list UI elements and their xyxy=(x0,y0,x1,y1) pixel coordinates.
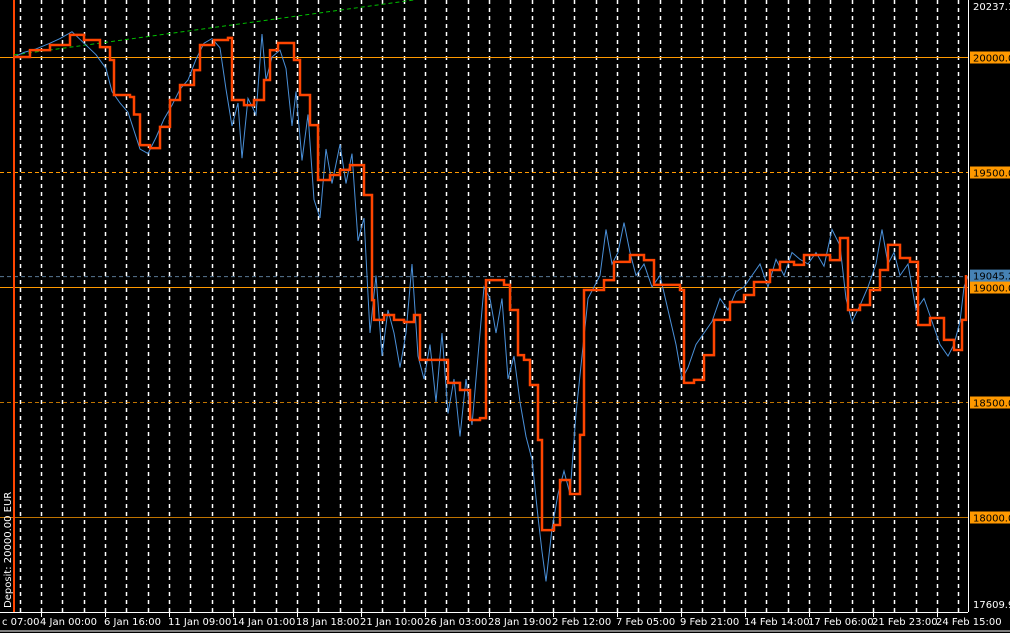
current-value-label: 19045.2 xyxy=(973,272,1010,283)
level-label: 18000.00 xyxy=(973,514,1010,525)
min-value-label: 17609.99 xyxy=(973,600,1010,611)
time-label: 21 Jan 10:00 xyxy=(360,617,423,628)
level-label: 19000.00 xyxy=(973,284,1010,295)
level-label: 18500.00 xyxy=(973,399,1010,410)
time-label: 14 Feb 14:00 xyxy=(744,617,810,628)
time-label: 28 Jan 19:00 xyxy=(488,617,551,628)
chart-background xyxy=(0,0,1010,633)
time-label: 14 Jan 01:00 xyxy=(232,617,295,628)
equity-chart: 20000.00 19500.00 19000.00 18500.00 18000.00… xyxy=(0,0,1010,633)
time-label: 17 Feb 06:00 xyxy=(808,617,874,628)
time-label: 11 Jan 09:00 xyxy=(168,617,231,628)
level-label: 20000.00 xyxy=(973,54,1010,65)
level-label: 19500.00 xyxy=(973,169,1010,180)
time-label: 2 Feb 12:00 xyxy=(552,617,611,628)
time-label: 21 Feb 23:00 xyxy=(872,617,938,628)
time-label: 7 Feb 05:00 xyxy=(616,617,675,628)
time-label: 4 Jan 00:00 xyxy=(40,617,97,628)
deposit-label: Deposit: 20000.00 EUR xyxy=(3,492,14,608)
time-label: 26 Jan 03:00 xyxy=(424,617,487,628)
time-label: c 07:00 xyxy=(2,617,40,628)
time-label: 6 Jan 16:00 xyxy=(104,617,161,628)
time-label: 18 Jan 18:00 xyxy=(296,617,359,628)
max-value-label: 20237.18 xyxy=(973,2,1010,13)
time-label: 9 Feb 21:00 xyxy=(680,617,739,628)
time-label: 24 Feb 15:00 xyxy=(936,617,1002,628)
